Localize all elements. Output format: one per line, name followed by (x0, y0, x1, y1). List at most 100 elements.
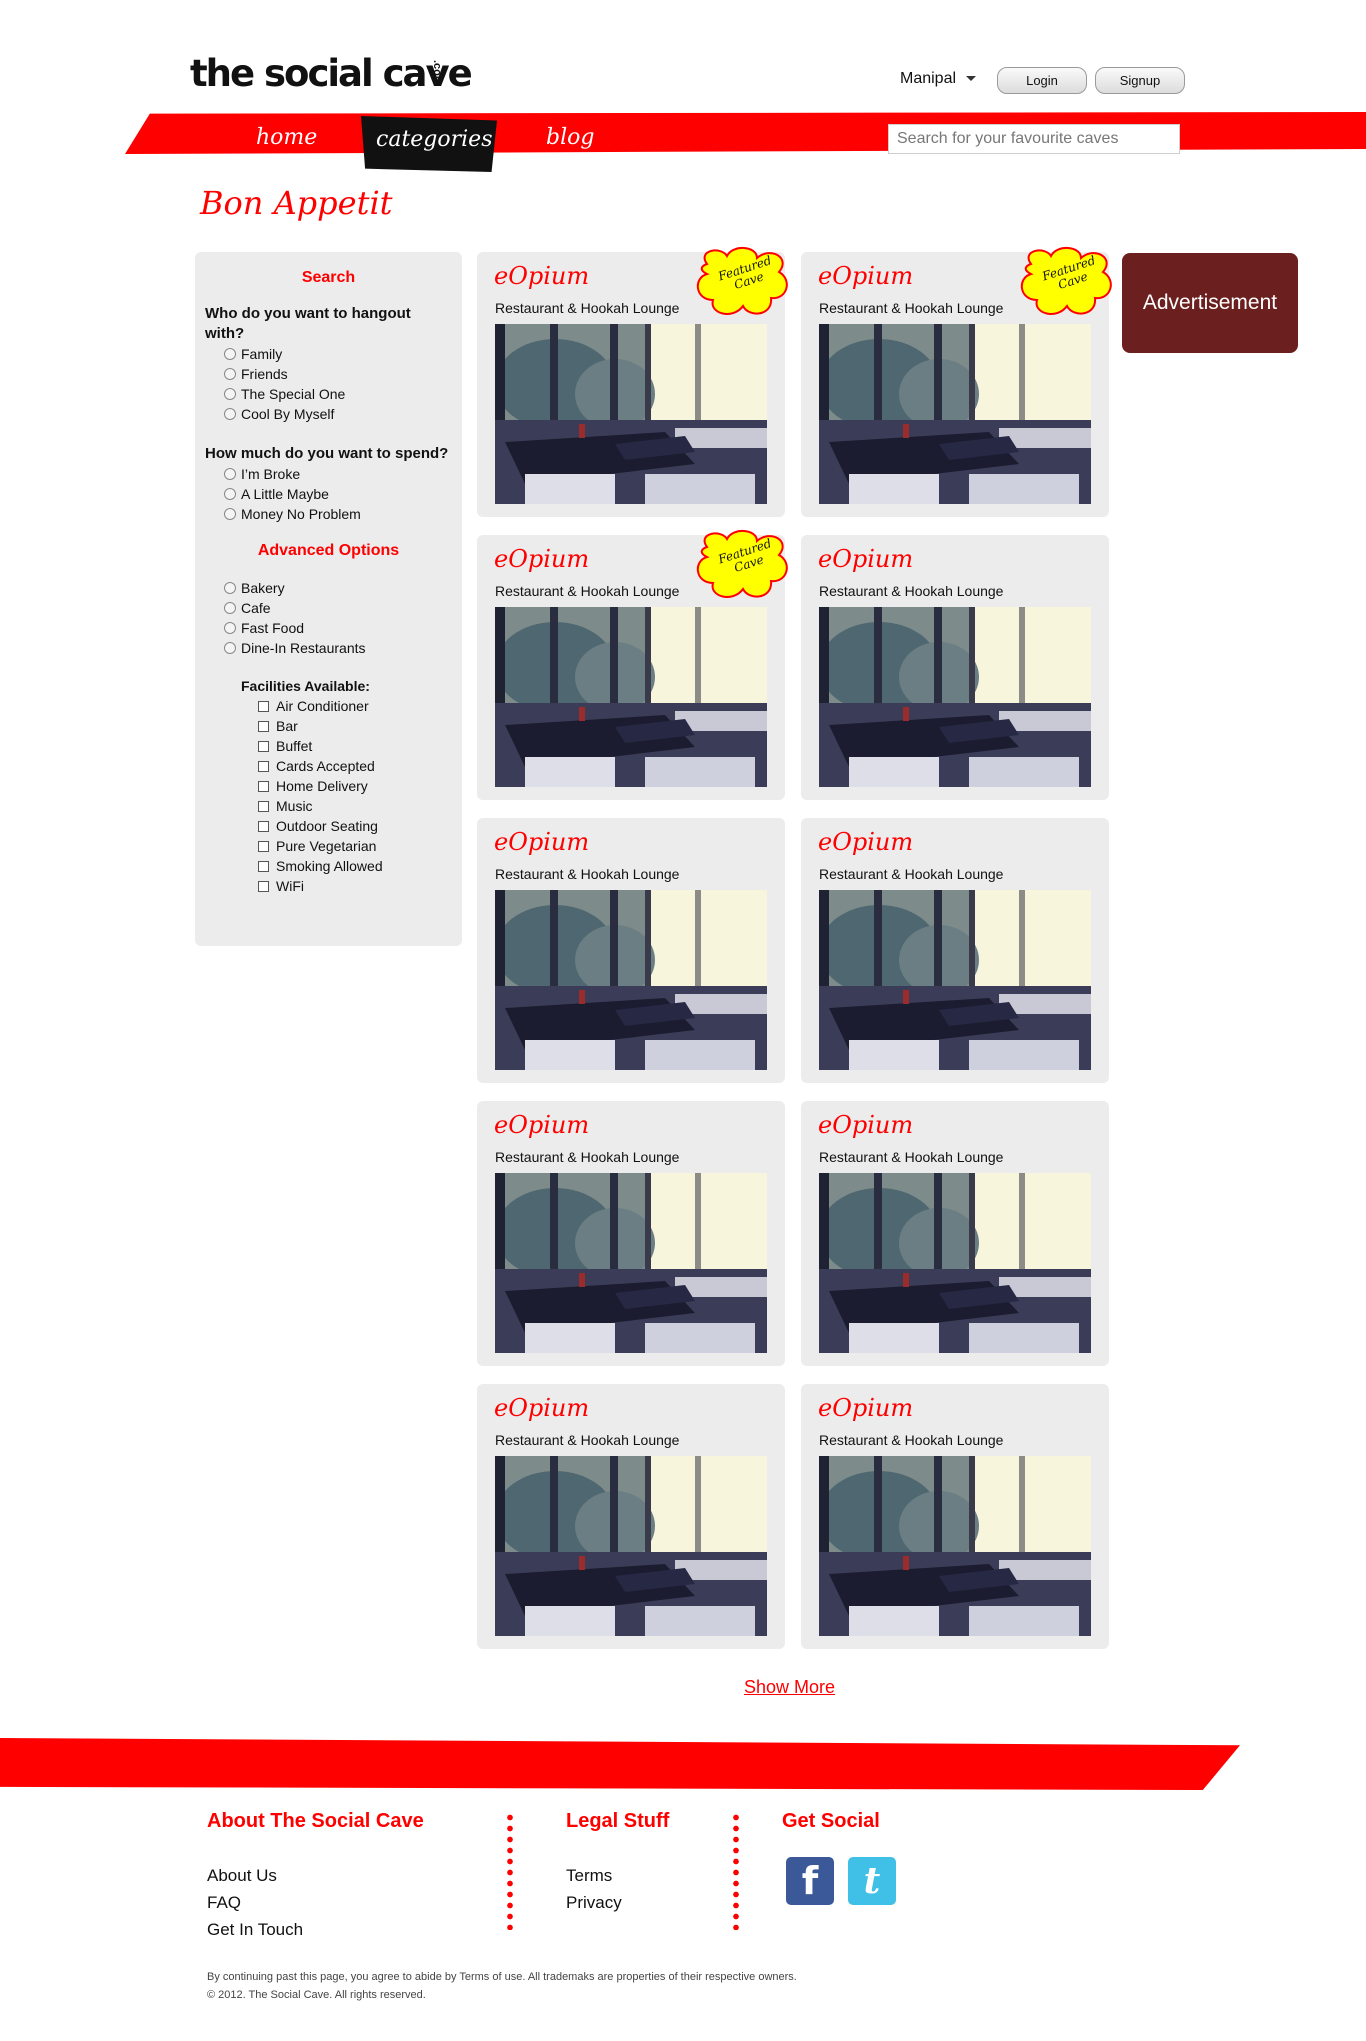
radio-fast-food[interactable]: Fast Food (224, 618, 462, 638)
footer-link-about[interactable]: About Us (207, 1866, 277, 1886)
checkbox-air-conditioner[interactable]: Air Conditioner (258, 696, 462, 716)
checkbox[interactable] (258, 760, 269, 772)
twitter-icon[interactable]: t (848, 1857, 896, 1905)
cave-photo[interactable] (495, 607, 767, 787)
radio-friends[interactable]: Friends (224, 364, 462, 384)
radio-broke[interactable]: I’m Broke (224, 464, 462, 484)
restaurant-photo-art (495, 1173, 767, 1353)
checkbox-cards-accepted[interactable]: Cards Accepted (258, 756, 462, 776)
radio-button[interactable] (224, 468, 236, 480)
cave-name[interactable]: eOpium (494, 262, 589, 290)
radio-no-problem[interactable]: Money No Problem (224, 504, 462, 524)
radio-button[interactable] (224, 508, 236, 520)
radio-special-one[interactable]: The Special One (224, 384, 462, 404)
restaurant-photo-art (819, 1456, 1091, 1636)
radio-button[interactable] (224, 408, 236, 420)
checkbox[interactable] (258, 880, 269, 892)
nav-categories[interactable]: categories (376, 127, 493, 152)
cave-card[interactable]: eOpium Restaurant & Hookah Lounge (801, 1384, 1109, 1649)
cave-photo[interactable] (819, 1456, 1091, 1636)
signup-button[interactable]: Signup (1095, 67, 1185, 94)
cave-card[interactable]: eOpium Restaurant & Hookah Lounge (477, 1101, 785, 1366)
radio-button[interactable] (224, 388, 236, 400)
radio-cafe[interactable]: Cafe (224, 598, 462, 618)
cave-card[interactable]: eOpium Restaurant & Hookah Lounge Featured… (477, 530, 788, 800)
radio-button[interactable] (224, 642, 236, 654)
radio-button[interactable] (224, 488, 236, 500)
checkbox-wifi[interactable]: WiFi (258, 876, 462, 896)
checkbox-bar[interactable]: Bar (258, 716, 462, 736)
radio-little[interactable]: A Little Maybe (224, 484, 462, 504)
show-more-link[interactable]: Show More (744, 1677, 835, 1698)
footer-link-terms[interactable]: Terms (566, 1866, 612, 1886)
cave-subtitle: Restaurant & Hookah Lounge (819, 583, 1004, 599)
cave-name[interactable]: eOpium (818, 1394, 913, 1422)
checkbox[interactable] (258, 820, 269, 832)
nav-blog[interactable]: blog (546, 125, 594, 150)
chevron-down-icon[interactable] (966, 76, 976, 81)
advertisement-box[interactable]: Advertisement (1122, 253, 1298, 353)
cave-photo[interactable] (495, 324, 767, 504)
cave-card[interactable]: eOpium Restaurant & Hookah Lounge Featured… (477, 247, 788, 517)
checkbox[interactable] (258, 800, 269, 812)
cave-name[interactable]: eOpium (818, 262, 913, 290)
cave-name[interactable]: eOpium (818, 828, 913, 856)
radio-myself[interactable]: Cool By Myself (224, 404, 462, 424)
cave-photo[interactable] (819, 607, 1091, 787)
radio-button[interactable] (224, 368, 236, 380)
radio-bakery[interactable]: Bakery (224, 578, 462, 598)
checkbox[interactable] (258, 840, 269, 852)
radio-button[interactable] (224, 348, 236, 360)
checkbox-home-delivery[interactable]: Home Delivery (258, 776, 462, 796)
checkbox[interactable] (258, 860, 269, 872)
cave-card[interactable]: eOpium Restaurant & Hookah Lounge (477, 818, 785, 1083)
checkbox-pure-vegetarian[interactable]: Pure Vegetarian (258, 836, 462, 856)
site-logo[interactable]: the social cave (190, 52, 473, 95)
cave-name[interactable]: eOpium (818, 1111, 913, 1139)
checkbox[interactable] (258, 720, 269, 732)
checkbox[interactable] (258, 780, 269, 792)
login-button[interactable]: Login (997, 67, 1087, 94)
city-selector[interactable]: Manipal (900, 70, 956, 88)
cave-photo[interactable] (495, 1173, 767, 1353)
sidebar-title: Search (301, 269, 356, 286)
option-label: Cool By Myself (241, 406, 335, 422)
radio-family[interactable]: Family (224, 344, 462, 364)
cave-name[interactable]: eOpium (494, 1111, 589, 1139)
footer-link-privacy[interactable]: Privacy (566, 1893, 622, 1913)
option-label: The Special One (241, 386, 346, 402)
checkbox-outdoor-seating[interactable]: Outdoor Seating (258, 816, 462, 836)
checkbox-buffet[interactable]: Buffet (258, 736, 462, 756)
radio-button[interactable] (224, 622, 236, 634)
cave-photo[interactable] (819, 890, 1091, 1070)
cave-photo[interactable] (495, 890, 767, 1070)
facebook-icon[interactable]: f (786, 1857, 834, 1905)
cave-name[interactable]: eOpium (494, 1394, 589, 1422)
radio-dine-in[interactable]: Dine-In Restaurants (224, 638, 462, 658)
cave-name[interactable]: eOpium (494, 828, 589, 856)
footer-link-contact[interactable]: Get In Touch (207, 1920, 303, 1940)
checkbox[interactable] (258, 700, 269, 712)
search-input[interactable] (888, 124, 1180, 154)
footer-link-faq[interactable]: FAQ (207, 1893, 241, 1913)
cave-photo[interactable] (819, 1173, 1091, 1353)
cave-photo[interactable] (495, 1456, 767, 1636)
nav-home[interactable]: home (256, 125, 317, 150)
cave-card[interactable]: eOpium Restaurant & Hookah Lounge (801, 818, 1109, 1083)
cave-photo[interactable] (819, 324, 1091, 504)
footer-about-title: About The Social Cave (207, 1810, 424, 1832)
checkbox[interactable] (258, 740, 269, 752)
cave-card[interactable]: eOpium Restaurant & Hookah Lounge Featured… (801, 247, 1112, 517)
cave-card[interactable]: eOpium Restaurant & Hookah Lounge (477, 1384, 785, 1649)
radio-button[interactable] (224, 582, 236, 594)
cave-name[interactable]: eOpium (818, 545, 913, 573)
cave-card[interactable]: eOpium Restaurant & Hookah Lounge (801, 535, 1109, 800)
cave-subtitle: Restaurant & Hookah Lounge (495, 866, 680, 882)
checkbox-music[interactable]: Music (258, 796, 462, 816)
cave-card[interactable]: eOpium Restaurant & Hookah Lounge (801, 1101, 1109, 1366)
search-sidebar: Search Who do you want to hangout with? … (195, 252, 462, 946)
checkbox-smoking-allowed[interactable]: Smoking Allowed (258, 856, 462, 876)
cave-name[interactable]: eOpium (494, 545, 589, 573)
featured-badge: Featured Cave (691, 527, 793, 603)
radio-button[interactable] (224, 602, 236, 614)
